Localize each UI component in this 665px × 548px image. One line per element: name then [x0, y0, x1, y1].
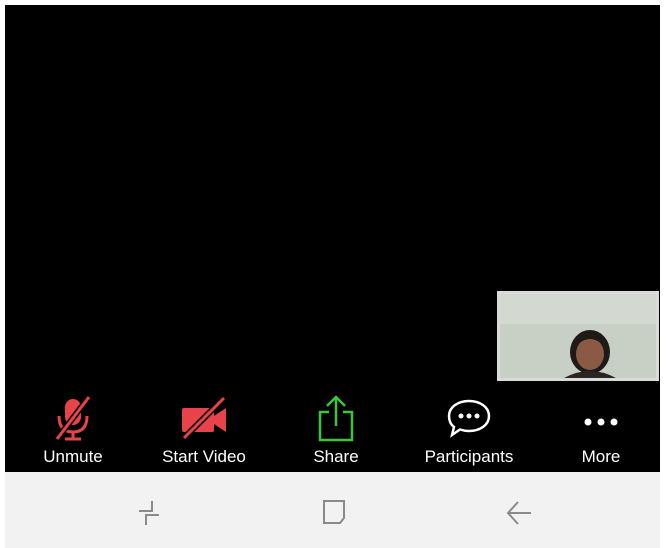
recent-apps-icon: [139, 501, 159, 525]
more-dots-icon: [579, 394, 623, 442]
share-label: Share: [313, 447, 359, 466]
self-video-thumbnail[interactable]: [497, 291, 659, 381]
more-button[interactable]: More: [565, 390, 637, 472]
self-video-image: [500, 294, 656, 378]
recent-apps-button[interactable]: [129, 494, 169, 530]
video-off-icon: [176, 394, 232, 442]
participants-button[interactable]: Participants: [409, 390, 529, 472]
start-video-button[interactable]: Start Video: [147, 390, 261, 472]
meeting-toolbar: Unmute Start Video Share Participants Mo…: [5, 390, 660, 472]
home-button[interactable]: [314, 494, 354, 530]
android-navigation-bar: [5, 472, 660, 548]
home-icon: [323, 500, 345, 524]
participants-chat-icon: [443, 394, 495, 442]
share-button[interactable]: Share: [301, 390, 371, 472]
share-screen-icon: [314, 394, 358, 442]
zoom-meeting-screen: Unmute Start Video Share Participants Mo…: [0, 0, 665, 548]
unmute-label: Unmute: [43, 447, 103, 466]
start-video-label: Start Video: [162, 447, 246, 466]
back-icon: [506, 501, 531, 525]
back-button[interactable]: [499, 494, 539, 530]
participants-label: Participants: [424, 447, 514, 466]
more-label: More: [581, 447, 621, 466]
unmute-button[interactable]: Unmute: [33, 390, 113, 472]
muted-microphone-icon: [51, 394, 95, 442]
